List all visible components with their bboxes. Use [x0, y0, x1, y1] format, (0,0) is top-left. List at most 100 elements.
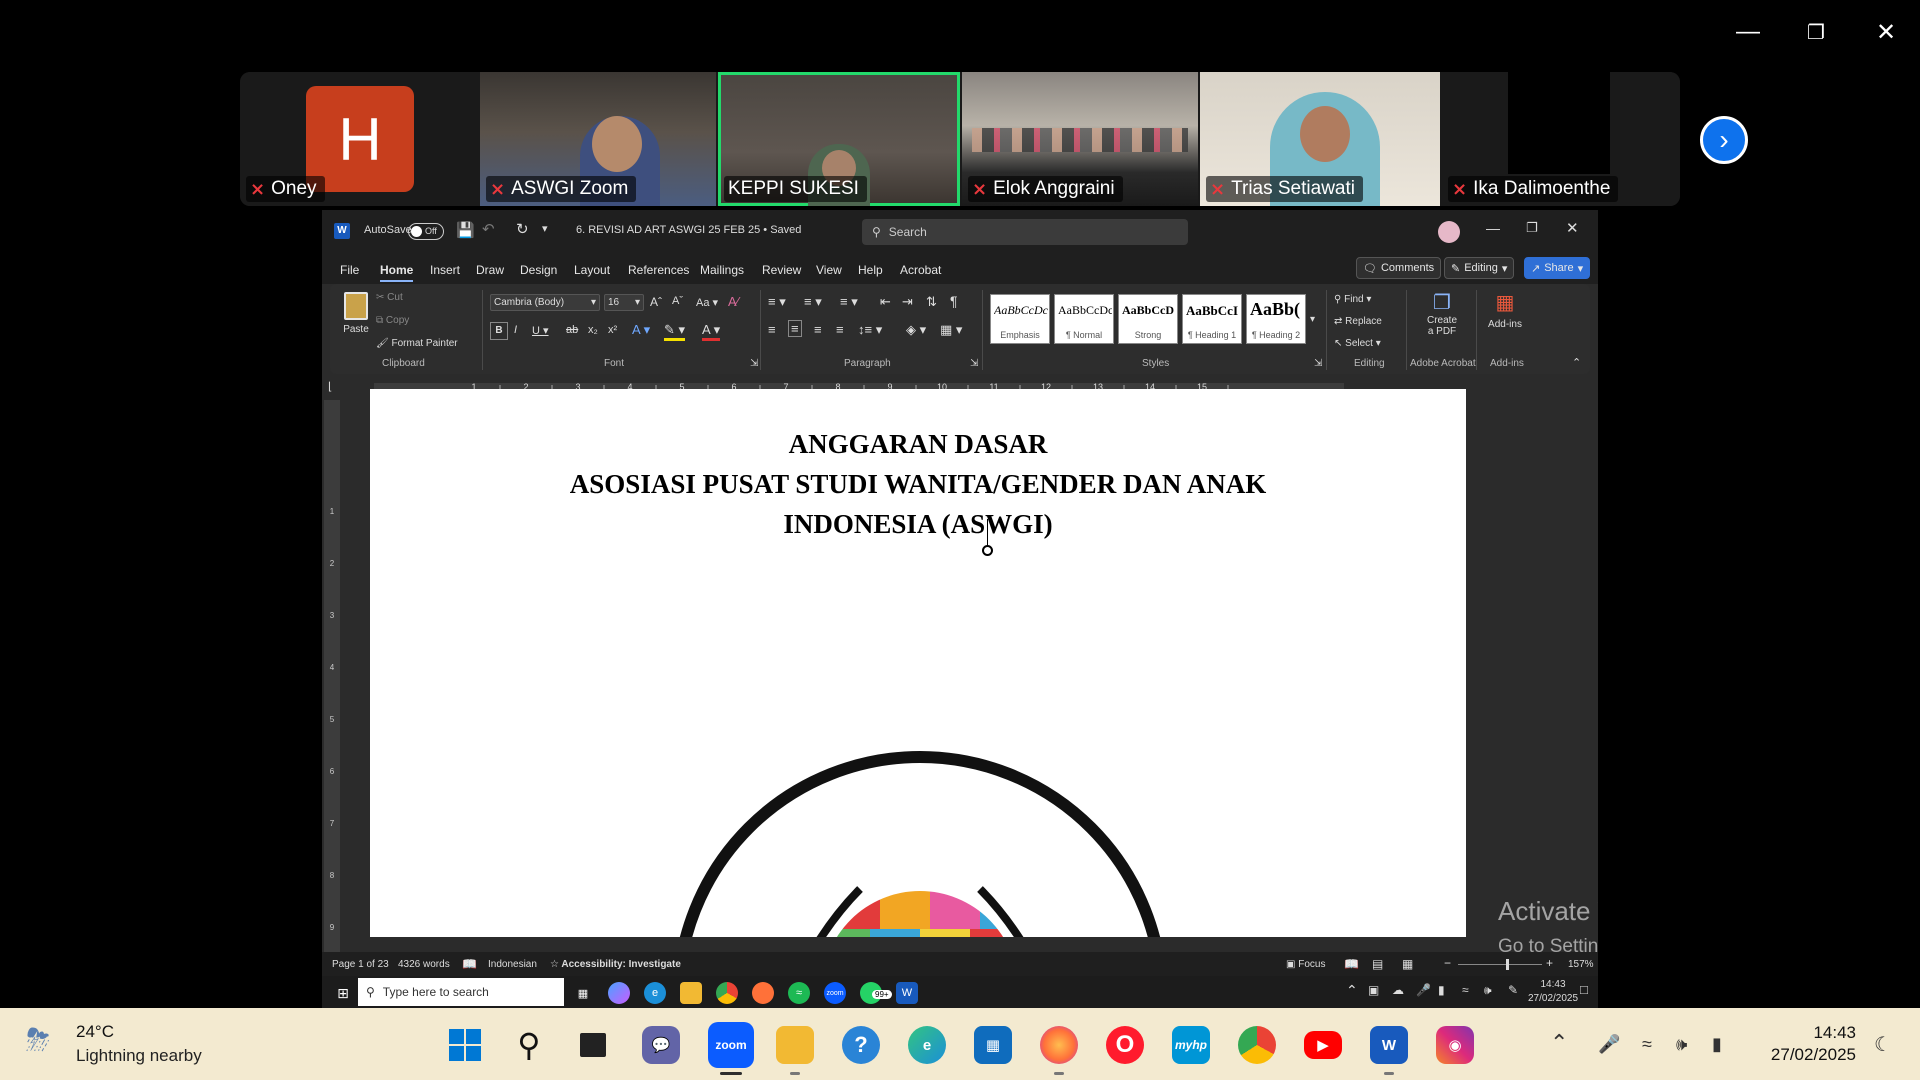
autosave-toggle[interactable]: Off	[408, 223, 444, 240]
system-clock[interactable]: 14:43 27/02/2025	[1756, 1022, 1856, 1066]
clear-formatting-icon[interactable]: A∕	[728, 294, 739, 309]
superscript-button[interactable]: x²	[608, 324, 617, 336]
participant-tile-keppi-sukesi[interactable]: KEPPI SUKESI	[718, 72, 960, 206]
volume-icon[interactable]: 🕪	[1676, 1034, 1687, 1055]
close-icon[interactable]: ✕	[1866, 14, 1906, 50]
style-strong[interactable]: AaBbCcD Strong	[1118, 294, 1178, 344]
tab-acrobat[interactable]: Acrobat	[900, 263, 941, 277]
tab-insert[interactable]: Insert	[430, 263, 460, 277]
editing-mode-button[interactable]: ✎ Editing ▾	[1444, 257, 1515, 279]
opera-icon[interactable]: O	[1106, 1026, 1144, 1064]
copy-button[interactable]: ⧉ Copy	[376, 315, 409, 326]
language-label[interactable]: Indonesian	[488, 959, 537, 970]
battery-icon[interactable]: ▮	[1712, 1034, 1722, 1055]
tab-references[interactable]: References	[628, 263, 689, 277]
increase-indent-icon[interactable]: ⇥	[902, 294, 913, 310]
copilot-icon[interactable]	[608, 982, 630, 1004]
pen-icon[interactable]: ✎	[1508, 983, 1518, 997]
clock[interactable]: 14:43 27/02/2025	[1528, 978, 1578, 1006]
style-heading-1[interactable]: AaBbCcI ¶ Heading 1	[1182, 294, 1242, 344]
zoom-in-icon[interactable]: +	[1546, 956, 1553, 970]
show-formatting-icon[interactable]: ¶	[950, 293, 958, 309]
borders-icon[interactable]: ▦ ▾	[940, 322, 962, 338]
get-help-icon[interactable]: ?	[842, 1026, 880, 1064]
proofing-icon[interactable]: 📖	[462, 957, 477, 971]
windows-start-icon[interactable]	[446, 1026, 484, 1064]
tab-layout[interactable]: Layout	[574, 263, 610, 277]
collapse-ribbon-icon[interactable]: ⌃	[1572, 356, 1581, 369]
participant-tile-ika-dalimoenthe[interactable]: ⨯ Ika Dalimoenthe	[1442, 72, 1680, 206]
myhp-icon[interactable]: my hp	[1172, 1026, 1210, 1064]
sort-icon[interactable]: ⇅	[926, 294, 937, 310]
document-page[interactable]: ANGGARAN DASAR ASOSIASI PUSAT STUDI WANI…	[370, 389, 1466, 937]
style-normal[interactable]: AaBbCcDc ¶ Normal	[1054, 294, 1114, 344]
tab-home[interactable]: Home	[380, 263, 414, 282]
style-emphasis[interactable]: AaBbCcDc Emphasis	[990, 294, 1050, 344]
shrink-font-icon[interactable]: Aˇ	[672, 295, 683, 307]
tab-mailings[interactable]: Mailings	[700, 263, 744, 277]
style-heading-2[interactable]: AaBb(¶ Heading 2	[1246, 294, 1306, 344]
wifi-icon[interactable]: ≈	[1462, 983, 1469, 997]
read-mode-icon[interactable]: 📖	[1344, 957, 1359, 971]
weather-widget[interactable]: ⛈ 24°C Lightning nearby	[26, 1020, 226, 1068]
styles-more-icon[interactable]: ▾	[1310, 314, 1315, 325]
find-button[interactable]: ⚲ Find ▾	[1334, 294, 1371, 305]
subscript-button[interactable]: x₂	[588, 324, 598, 336]
user-avatar[interactable]	[1438, 221, 1460, 243]
show-hidden-icons-icon[interactable]: ⌃	[1346, 982, 1358, 999]
taskbar-search-input[interactable]: ⚲ Type here to search	[358, 978, 564, 1006]
participant-tile-trias-setiawati[interactable]: ⨯ Trias Setiawati	[1200, 72, 1440, 206]
wifi-icon[interactable]: ≈	[1642, 1034, 1652, 1055]
microphone-icon[interactable]: 🎤	[1598, 1034, 1620, 1055]
zoom-app-icon[interactable]: zoom	[824, 982, 846, 1004]
focus-moon-icon[interactable]: ☾	[1874, 1032, 1892, 1057]
format-painter-button[interactable]: 🖌 Format Painter	[376, 338, 458, 349]
comments-button[interactable]: 🗨 Comments	[1356, 257, 1442, 279]
next-participants-arrow-icon[interactable]: ›	[1700, 116, 1748, 164]
participant-tile-oney[interactable]: H ⨯ Oney	[240, 72, 478, 206]
font-name-select[interactable]: Cambria (Body) ▾	[490, 294, 600, 311]
edge-icon[interactable]: e	[908, 1026, 946, 1064]
chrome-icon[interactable]	[716, 982, 738, 1004]
vertical-ruler[interactable]: 1 2 3 4 5 6 7 8 9	[324, 400, 340, 960]
word-count[interactable]: 4326 words	[398, 959, 450, 970]
tab-review[interactable]: Review	[762, 263, 801, 277]
edge-icon[interactable]: e	[644, 982, 666, 1004]
word-search-input[interactable]: ⚲ Search	[862, 219, 1188, 245]
zoom-taskbar-icon[interactable]: zoom	[708, 1022, 754, 1068]
paste-button[interactable]: Paste	[342, 292, 370, 348]
participant-tile-aswgi-zoom[interactable]: ⨯ ASWGI Zoom	[480, 72, 716, 206]
tab-file[interactable]: File	[340, 263, 359, 277]
firefox-icon[interactable]	[752, 982, 774, 1004]
numbering-icon[interactable]: ≡ ▾	[804, 294, 822, 310]
spotify-icon[interactable]: ≈	[788, 982, 810, 1004]
tab-view[interactable]: View	[816, 263, 842, 277]
font-dialog-launcher-icon[interactable]: ⇲	[750, 358, 758, 369]
file-explorer-icon[interactable]	[776, 1026, 814, 1064]
text-cursor-handle[interactable]	[982, 545, 993, 556]
participant-tile-elok-anggraini[interactable]: ⨯ Elok Anggraini	[962, 72, 1198, 206]
zoom-level[interactable]: 157%	[1568, 959, 1594, 970]
paragraph-dialog-launcher-icon[interactable]: ⇲	[970, 358, 978, 369]
grow-font-icon[interactable]: Aˆ	[650, 295, 662, 309]
notifications-icon[interactable]: □	[1580, 982, 1588, 997]
accessibility-status[interactable]: ☆ Accessibility: Investigate	[550, 959, 681, 970]
decrease-indent-icon[interactable]: ⇤	[880, 294, 891, 310]
print-layout-icon[interactable]: ▤	[1372, 957, 1383, 971]
file-explorer-icon[interactable]	[680, 982, 702, 1004]
strikethrough-button[interactable]: ab	[566, 324, 578, 336]
task-view-icon[interactable]: ▦	[572, 982, 594, 1004]
justify-icon[interactable]: ≡	[836, 322, 844, 337]
minimize-icon[interactable]: —	[1728, 14, 1768, 50]
line-spacing-icon[interactable]: ↕≡ ▾	[858, 322, 882, 338]
multilevel-list-icon[interactable]: ≡ ▾	[840, 294, 858, 310]
onedrive-icon[interactable]: ☁	[1392, 983, 1404, 997]
save-icon[interactable]: 💾	[456, 221, 475, 239]
volume-icon[interactable]: 🕪	[1484, 983, 1492, 998]
font-color-icon[interactable]: A ▾	[702, 322, 721, 341]
page-count[interactable]: Page 1 of 23	[332, 959, 389, 970]
add-ins-button[interactable]: ▦ Add-ins	[1484, 290, 1526, 330]
tab-draw[interactable]: Draw	[476, 263, 504, 277]
bullets-icon[interactable]: ≡ ▾	[768, 294, 786, 310]
youtube-icon[interactable]: ▶	[1304, 1031, 1342, 1059]
